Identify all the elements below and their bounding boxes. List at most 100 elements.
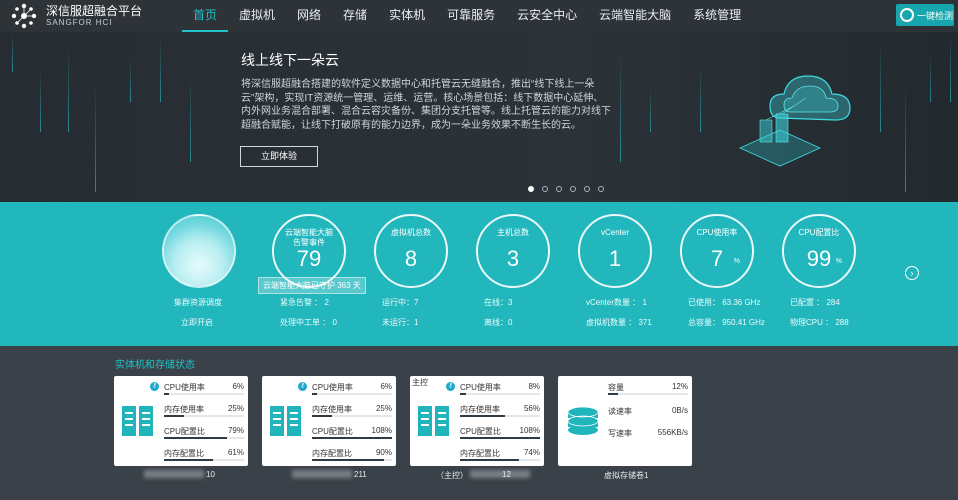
storage-capacity-bar	[608, 393, 618, 395]
cluster-scheduling-label: 集群资源调度	[174, 298, 222, 307]
banner-rain-line	[905, 79, 906, 192]
redacted-host-name	[144, 470, 204, 478]
storage-read-label: 读速率	[608, 407, 632, 416]
host-metric-value: 8%	[528, 382, 540, 391]
host-name-prefix: （主控）	[436, 471, 468, 480]
nav-item-8[interactable]: 系统管理	[682, 0, 752, 32]
carousel-dot[interactable]	[598, 186, 604, 192]
main-nav: 首页 虚拟机 网络 存储 实体机 可靠服务 云安全中心 云端智能大脑 系统管理	[182, 0, 752, 32]
stat-detail-1: 在线：3	[484, 298, 513, 307]
host-name: 10	[206, 470, 215, 479]
promo-banner: 线上线下一朵云 将深信服超融合搭建的软件定义数据中心和托管云无缝融合，推出“线下…	[0, 32, 958, 202]
nav-item-2[interactable]: 网络	[286, 0, 332, 32]
stat-circle-vm[interactable]: 虚拟机总数 8	[374, 214, 448, 288]
storage-capacity-value: 12%	[671, 382, 688, 391]
host-metric-label: 内存配置比	[460, 449, 500, 458]
host-metric-label: 内存配置比	[312, 449, 352, 458]
banner-description: 将深信服超融合搭建的软件定义数据中心和托管云无缝融合，推出“线下线上一朵云”架构…	[241, 79, 611, 131]
stat-detail-1: 已使用： 63.36 GHz	[688, 298, 761, 307]
host-metric-value: 6%	[380, 382, 392, 391]
carousel-dot[interactable]	[570, 186, 576, 192]
nav-item-1[interactable]: 虚拟机	[228, 0, 286, 32]
stat-circle-cpu-config[interactable]: CPU配置比 99%	[782, 214, 856, 288]
host-metric-bar	[312, 437, 392, 439]
banner-title: 线上线下一朵云	[241, 52, 339, 68]
nav-item-3[interactable]: 存储	[332, 0, 378, 32]
carousel-dot[interactable]	[542, 186, 548, 192]
banner-rain-line	[190, 74, 191, 162]
key-icon: ⚷	[150, 382, 159, 391]
host-metric-value: 6%	[232, 382, 244, 391]
stat-detail-2: 虚拟机数量 ： 371	[586, 318, 652, 327]
nav-item-5[interactable]: 可靠服务	[436, 0, 506, 32]
banner-rain-line	[700, 65, 701, 132]
storage-card[interactable]: 容量 12% 读速率 0B/s 写速率 556KB/s	[558, 376, 692, 466]
host-metric-label: CPU使用率	[312, 383, 353, 392]
key-icon: ⚷	[446, 382, 455, 391]
stat-circle-cpu-usage[interactable]: CPU使用率 7%	[680, 214, 754, 288]
stat-detail-1: 已配置 ： 284	[790, 298, 840, 307]
banner-rain-line	[40, 69, 41, 132]
nav-item-7[interactable]: 云端智能大脑	[588, 0, 682, 32]
one-click-detect-button[interactable]: 一键检测	[896, 4, 954, 26]
banner-rain-line	[68, 46, 69, 132]
stat-label: CPU使用率	[696, 228, 738, 237]
nav-item-6[interactable]: 云安全中心	[506, 0, 588, 32]
app-title: 深信服超融合平台	[46, 4, 143, 18]
carousel-dot[interactable]	[556, 186, 562, 192]
host-name: 211	[354, 470, 367, 479]
top-navigation-bar: 深信服超融合平台 SANGFOR HCI 首页 虚拟机 网络 存储 实体机 可靠服务 云安全…	[0, 0, 958, 32]
storage-disk-icon	[567, 406, 599, 435]
stat-circle-vcenter[interactable]: vCenter 1	[578, 214, 652, 288]
brain-guard-tooltip: 云端智能大脑已守护 363 天	[258, 277, 366, 294]
banner-rain-line	[130, 60, 131, 102]
stat-circle-host[interactable]: 主机总数 3	[476, 214, 550, 288]
host-metric-label: CPU使用率	[460, 383, 501, 392]
master-tag: 主控	[412, 378, 428, 387]
stat-detail-2: 物理CPU ： 288	[790, 318, 849, 327]
nav-item-4[interactable]: 实体机	[378, 0, 436, 32]
try-now-button[interactable]: 立即体验	[240, 146, 318, 167]
stat-label: CPU配置比	[798, 228, 840, 237]
nav-item-0[interactable]: 首页	[182, 0, 229, 32]
host-metric-bar	[312, 459, 384, 461]
detect-icon	[900, 8, 914, 22]
host-metric-bar	[164, 393, 169, 395]
host-name: 12	[502, 470, 511, 479]
carousel-dots	[528, 186, 604, 192]
host-metric-label: 内存使用率	[164, 405, 204, 414]
sangfor-logo-icon	[11, 3, 37, 29]
stat-value: 7	[710, 246, 724, 271]
server-icon	[122, 406, 153, 436]
host-metric-bar	[164, 437, 228, 439]
banner-rain-line	[620, 51, 621, 162]
host-card[interactable]: ⚷ CPU使用率 6% 内存使用率 25% CPU配置比 79% 内存配置比 61%	[114, 376, 248, 466]
next-arrow-icon[interactable]: ›	[905, 266, 919, 280]
cluster-scheduling-enable-link[interactable]: 立即开启	[181, 317, 213, 328]
storage-write-label: 写速率	[608, 429, 632, 438]
storage-read-value: 0B/s	[671, 406, 688, 415]
host-card[interactable]: ⚷ CPU使用率 8% 内存使用率 56% CPU配置比 108% 内存配置比 74%	[410, 376, 544, 466]
stat-unit: %	[733, 258, 740, 265]
host-metric-label: 内存使用率	[312, 405, 352, 414]
detect-button-label: 一键检测	[917, 10, 954, 21]
host-metric-label: 内存使用率	[460, 405, 500, 414]
carousel-dot[interactable]	[584, 186, 590, 192]
stat-value: 8	[404, 246, 418, 271]
host-metric-value: 25%	[227, 404, 244, 413]
storage-name: 虚拟存储卷1	[604, 471, 649, 480]
banner-rain-line	[930, 56, 931, 102]
banner-rain-line	[950, 33, 951, 102]
host-metric-value: 108%	[371, 426, 392, 435]
carousel-dot[interactable]	[528, 186, 534, 192]
logo[interactable]: 深信服超融合平台 SANGFOR HCI	[10, 2, 180, 30]
host-metric-bar	[460, 459, 520, 461]
host-metric-bar	[312, 415, 332, 417]
host-metric-value: 108%	[519, 426, 540, 435]
stat-detail-1: vCenter数量 ： 1	[586, 298, 647, 307]
stat-value: 79	[296, 246, 322, 271]
host-metric-bar	[164, 415, 184, 417]
host-card[interactable]: ⚷ CPU使用率 6% 内存使用率 25% CPU配置比 108% 内存配置比 90%	[262, 376, 396, 466]
banner-rain-line	[880, 42, 881, 132]
stat-label: 云端智能大脑	[285, 228, 333, 237]
